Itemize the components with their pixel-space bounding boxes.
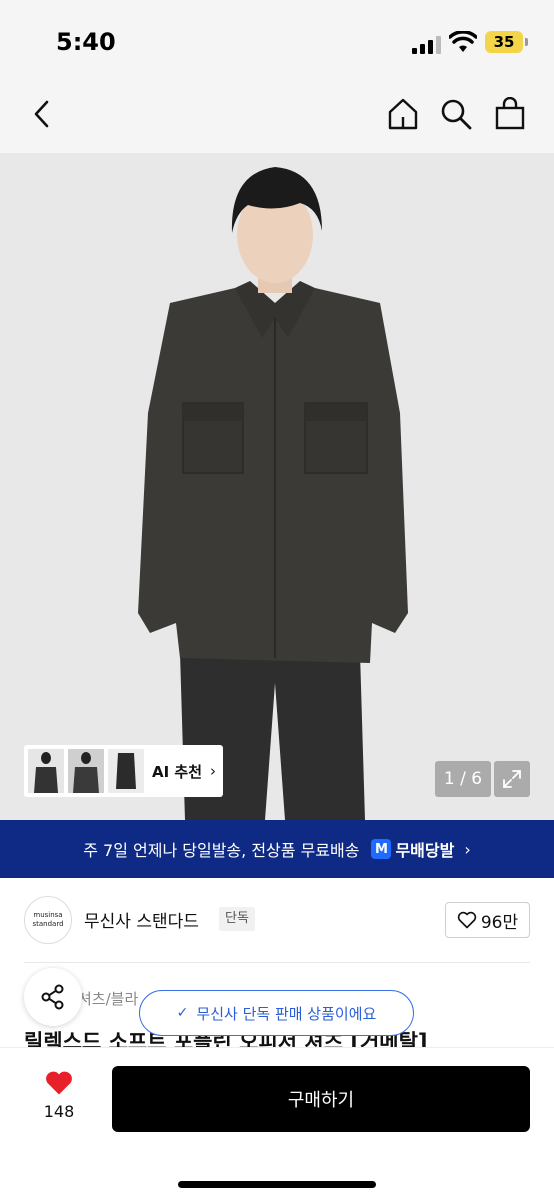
brand-name[interactable]: 무신사 스탠다드 <box>84 907 199 932</box>
ai-recommend-label: AI 추천 <box>152 762 203 781</box>
home-indicator <box>178 1181 376 1188</box>
shipping-banner[interactable]: 주 7일 언제나 당일발송, 전상품 무료배송 M 무배당발 › <box>0 820 554 878</box>
battery-nub <box>525 38 528 46</box>
chevron-right-icon: › <box>210 762 217 780</box>
exclusive-notice-text: 무신사 단독 판매 상품이에요 <box>196 1004 377 1023</box>
brand-like-button[interactable]: 96만 <box>445 902 530 938</box>
back-button[interactable] <box>22 94 62 134</box>
exclusive-tag: 단독 <box>219 907 255 931</box>
check-icon: ✓ <box>176 1005 189 1021</box>
divider <box>24 962 530 963</box>
bottom-action-bar: 148 구매하기 <box>0 1048 554 1200</box>
page-counter: 1 / 6 <box>435 761 491 797</box>
model-photo <box>0 153 554 820</box>
cart-button[interactable] <box>490 94 530 134</box>
heart-filled-icon <box>46 1071 72 1095</box>
delivery-badge-icon: M <box>371 839 392 859</box>
category-breadcrumb[interactable]: 셔츠/블라 <box>78 988 138 1009</box>
brand-logo-text-1: musinsa <box>33 911 63 919</box>
expand-icon <box>503 770 521 788</box>
home-button[interactable] <box>383 94 423 134</box>
thumbnail-1[interactable] <box>28 749 64 793</box>
expand-button[interactable] <box>494 761 530 797</box>
brand-logo-text-2: standard <box>32 920 64 928</box>
exclusive-notice-toast: ✓ 무신사 단독 판매 상품이에요 <box>139 990 414 1036</box>
brand-logo[interactable]: musinsa standard <box>24 896 72 944</box>
ai-recommend-button[interactable]: AI 추천 › <box>152 745 216 797</box>
status-bar: 5:40 35 <box>0 0 554 80</box>
status-time: 5:40 <box>56 28 116 56</box>
thumbnail-2[interactable] <box>68 749 104 793</box>
shipping-brand: 무배당발 <box>395 841 455 860</box>
wishlist-button[interactable]: 148 <box>34 1070 84 1130</box>
nav-bar <box>0 80 554 153</box>
home-icon <box>388 98 418 130</box>
search-icon <box>441 99 472 130</box>
share-button[interactable] <box>24 968 82 1026</box>
wifi-icon <box>448 30 478 53</box>
signal-icon <box>412 34 442 54</box>
thumbnail-strip: AI 추천 › <box>24 745 223 797</box>
wishlist-count: 148 <box>43 1102 75 1121</box>
buy-button[interactable]: 구매하기 <box>112 1066 530 1132</box>
share-icon <box>41 984 64 1010</box>
shopping-bag-icon <box>495 97 525 130</box>
chevron-right-icon: › <box>464 839 471 859</box>
search-button[interactable] <box>436 94 476 134</box>
shipping-text: 주 7일 언제나 당일발송, 전상품 무료배송 <box>83 841 360 860</box>
chevron-left-icon <box>34 100 49 128</box>
battery-indicator: 35 <box>485 31 523 53</box>
heart-outline-icon <box>457 911 477 929</box>
thumbnail-3[interactable] <box>108 749 144 793</box>
brand-like-count: 96만 <box>480 912 519 933</box>
product-image[interactable]: AI 추천 › 1 / 6 <box>0 153 554 820</box>
